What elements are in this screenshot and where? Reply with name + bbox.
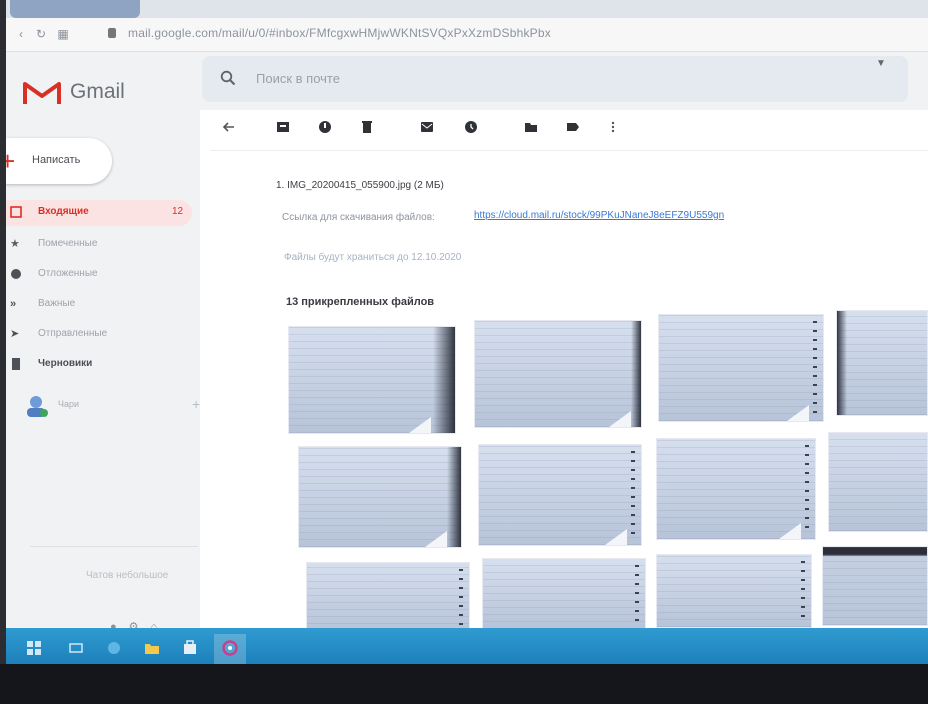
task-view-icon[interactable] <box>68 640 84 656</box>
taskbar <box>0 628 928 666</box>
grid-icon[interactable]: ▦ <box>56 27 70 41</box>
sidebar-item-label: Важные <box>38 298 76 309</box>
edge-icon[interactable] <box>106 640 122 656</box>
sidebar-item-label: Помеченные <box>38 238 98 249</box>
important-icon: » <box>10 298 17 310</box>
label-icon[interactable] <box>566 120 580 134</box>
sidebar-item-label: Отложенные <box>38 268 98 279</box>
back-nav-icon[interactable]: ‹ <box>14 27 28 41</box>
attachment-thumbnail[interactable] <box>658 314 824 422</box>
lock-icon <box>108 28 116 38</box>
attachment-thumbnail[interactable] <box>482 558 646 630</box>
reload-icon[interactable]: ↻ <box>34 27 48 41</box>
monitor-bezel-bottom <box>0 664 928 704</box>
attachment-thumbnail[interactable] <box>478 444 642 546</box>
sidebar-item-drafts[interactable]: Черновики <box>0 352 198 378</box>
attachment-thumbnail[interactable] <box>836 310 928 416</box>
send-icon: ➤ <box>10 328 20 340</box>
search-icon[interactable] <box>220 70 236 86</box>
move-to-icon[interactable] <box>524 120 538 134</box>
attachment-thumbnail[interactable] <box>828 432 928 532</box>
file-explorer-icon[interactable] <box>144 640 160 656</box>
search-options-icon[interactable]: ▼ <box>876 58 886 69</box>
sidebar-item-label: Входящие <box>38 206 89 217</box>
browser-tab-strip <box>0 0 928 18</box>
add-chat-icon[interactable]: + <box>192 396 200 412</box>
attachment-line: 1. IMG_20200415_055900.jpg (2 МБ) <box>276 180 444 191</box>
snooze-icon[interactable] <box>464 120 478 134</box>
sidebar-item-starred[interactable]: ★ Помеченные <box>0 232 198 258</box>
sidebar-item-label: Отправленные <box>38 328 108 339</box>
more-icon[interactable] <box>606 120 620 134</box>
sidebar-item-inbox[interactable]: Входящие 12 <box>0 200 192 226</box>
star-icon: ★ <box>10 238 20 250</box>
toolbar-divider <box>210 150 928 151</box>
attachment-thumbnail[interactable] <box>288 326 456 434</box>
draft-icon <box>12 358 20 370</box>
clock-icon <box>11 269 21 279</box>
attachment-thumbnail[interactable] <box>298 446 462 548</box>
screen: ‹ ↻ ▦ mail.google.com/mail/u/0/#inbox/FM… <box>0 0 928 704</box>
sidebar-item-important[interactable]: » Важные <box>0 292 198 318</box>
back-icon[interactable] <box>222 120 236 134</box>
attachment-thumbnail[interactable] <box>656 554 812 628</box>
url-text[interactable]: mail.google.com/mail/u/0/#inbox/FMfcgxwH… <box>128 26 551 40</box>
chrome-icon[interactable] <box>222 640 238 656</box>
attachment-thumbnail[interactable] <box>822 546 928 626</box>
sidebar-item-label: Черновики <box>38 358 93 369</box>
attachment-thumbnail[interactable] <box>656 438 816 540</box>
inbox-icon <box>10 206 22 218</box>
unread-count: 12 <box>172 206 184 217</box>
mark-unread-icon[interactable] <box>420 120 434 134</box>
browser-tab[interactable] <box>10 0 140 18</box>
search-placeholder: Поиск в почте <box>256 71 340 86</box>
sidebar-footer-text: Чатов небольшое <box>86 570 169 581</box>
download-label: Ссылка для скачивания файлов: <box>282 212 435 223</box>
delete-icon[interactable] <box>360 120 374 134</box>
compose-label: Написать <box>32 154 81 166</box>
store-icon[interactable] <box>182 640 198 656</box>
sidebar-divider <box>30 546 198 547</box>
archive-icon[interactable] <box>276 120 290 134</box>
sidebar-item-snoozed[interactable]: Отложенные <box>0 262 198 288</box>
sidebar-item-sent[interactable]: ➤ Отправленные <box>0 322 198 348</box>
start-icon[interactable] <box>26 640 42 656</box>
report-spam-icon[interactable] <box>318 120 332 134</box>
attachment-thumbnail[interactable] <box>306 562 470 632</box>
attachment-thumbnail[interactable] <box>474 320 642 428</box>
chat-user-name[interactable]: Чари <box>58 399 79 409</box>
storage-note: Файлы будут храниться до 12.10.2020 <box>284 252 462 263</box>
attachments-count: 13 прикрепленных файлов <box>286 296 435 308</box>
app-name: Gmail <box>70 80 125 103</box>
monitor-bezel-left <box>0 0 6 704</box>
download-link[interactable]: https://cloud.mail.ru/stock/99PKuJNaneJ8… <box>474 210 724 221</box>
avatar[interactable] <box>24 394 50 418</box>
gmail-logo-icon[interactable] <box>22 80 62 106</box>
